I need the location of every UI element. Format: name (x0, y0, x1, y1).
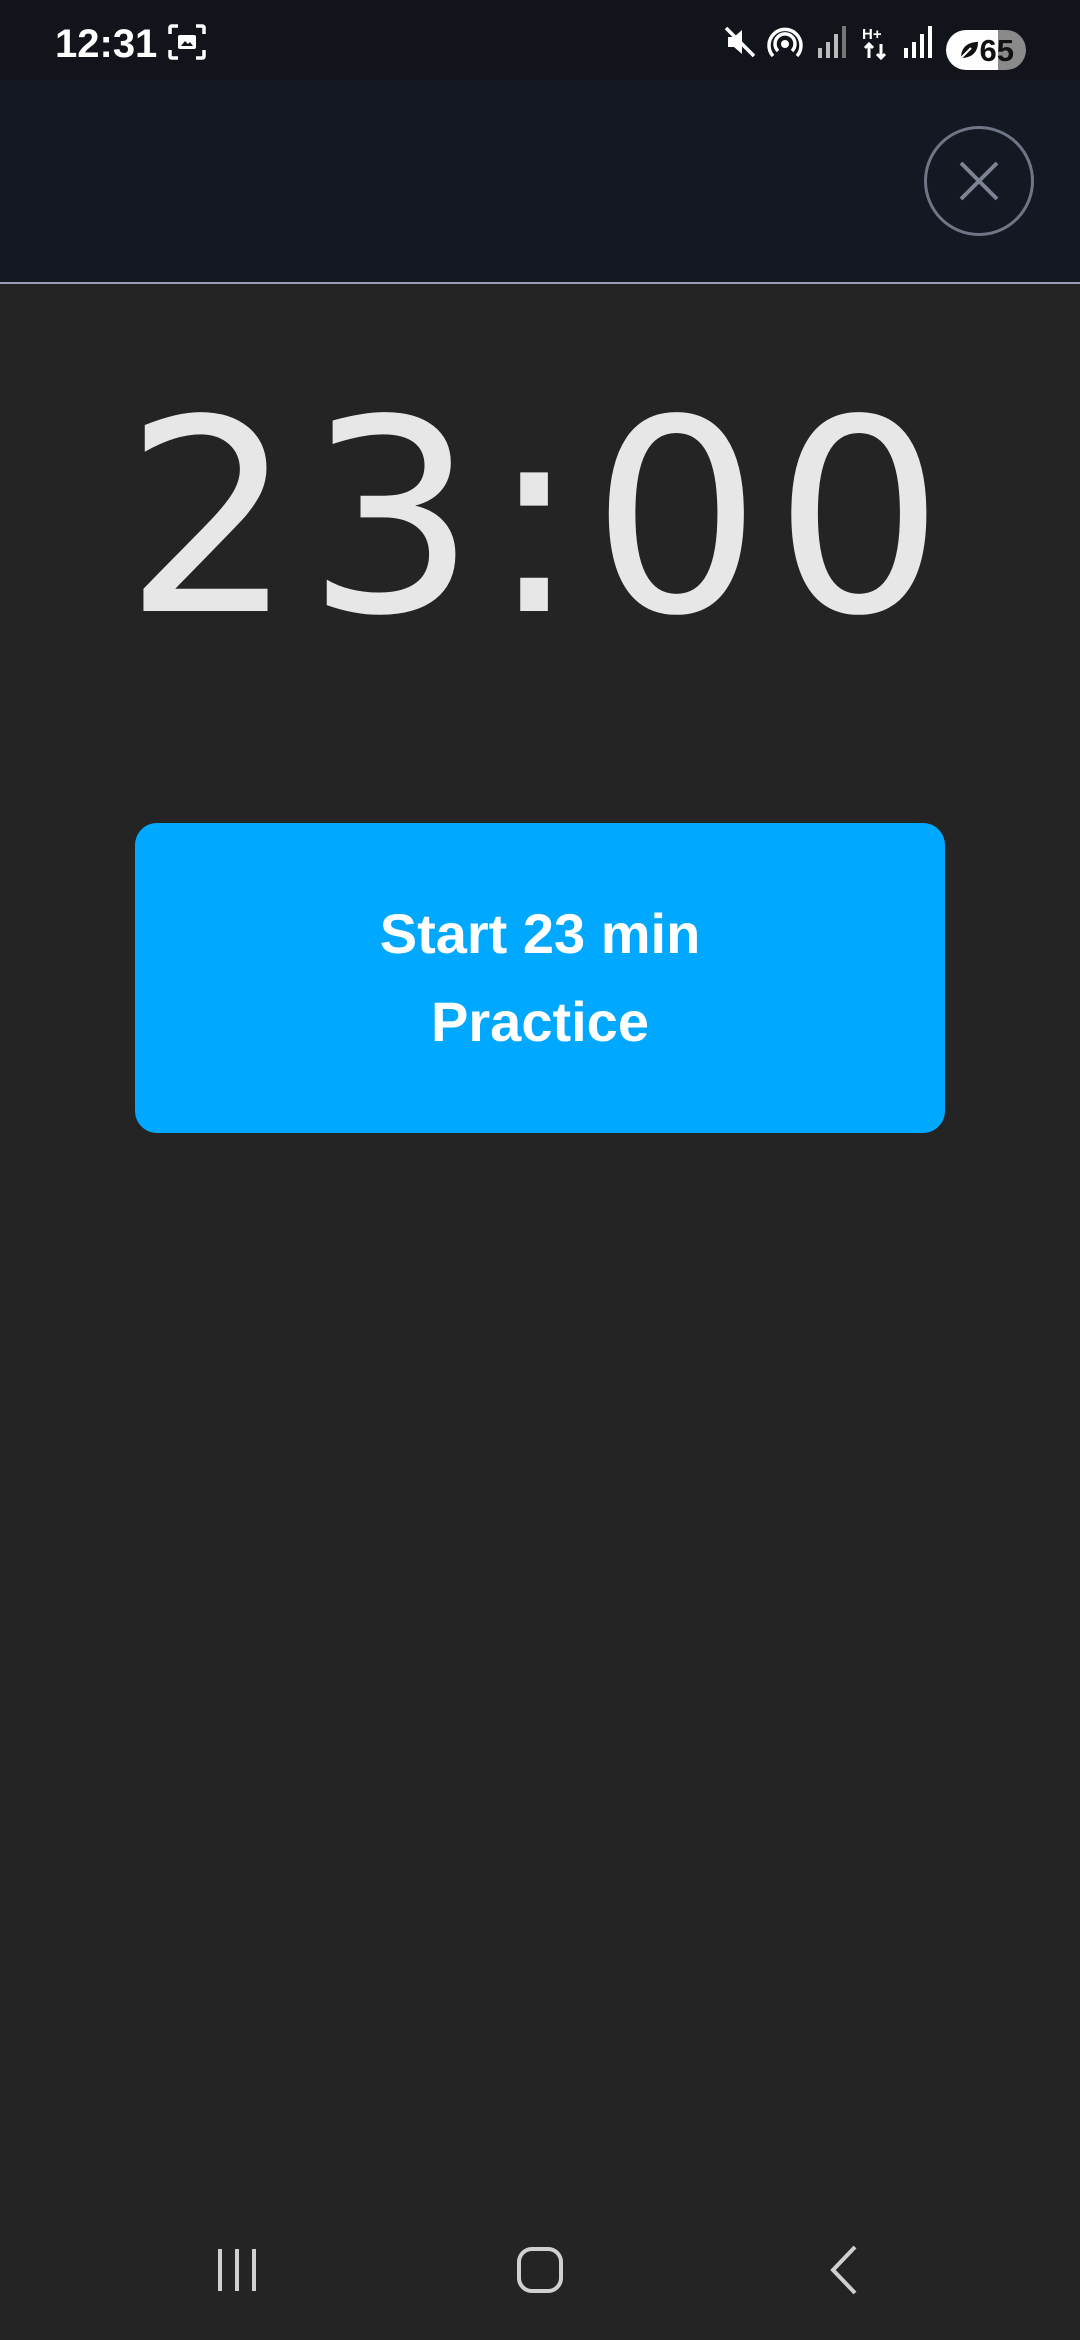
hplus-data-icon: H+ (860, 24, 892, 61)
battery-level: 65 (979, 33, 1014, 68)
timer-display: 23:00 (123, 363, 957, 675)
screenshot-icon (168, 24, 206, 60)
status-time: 12:31 (55, 22, 158, 66)
close-icon (959, 161, 999, 201)
svg-text:H+: H+ (862, 26, 882, 43)
practice-timer-screen: 12:31 H+ 65 23:00 Start 23 min Practice (0, 0, 1080, 2340)
battery-icon: 65 (946, 30, 1026, 70)
signal-icon (816, 24, 848, 60)
close-button[interactable] (924, 126, 1034, 236)
recent-apps-button[interactable] (157, 2200, 317, 2340)
status-bar: 12:31 H+ 65 (0, 0, 1080, 80)
recent-apps-icon (218, 2249, 256, 2291)
start-practice-button[interactable]: Start 23 min Practice (135, 823, 945, 1133)
back-icon (830, 2245, 857, 2295)
home-icon (517, 2247, 563, 2293)
navigation-bar (0, 2200, 1080, 2340)
header (0, 80, 1080, 284)
hotspot-icon (766, 24, 804, 60)
home-button[interactable] (460, 2200, 620, 2340)
start-practice-label: Start 23 min Practice (379, 902, 701, 1053)
signal-icon (902, 24, 934, 60)
back-button[interactable] (763, 2200, 923, 2340)
mute-icon (722, 24, 758, 60)
power-saving-icon (958, 39, 980, 66)
